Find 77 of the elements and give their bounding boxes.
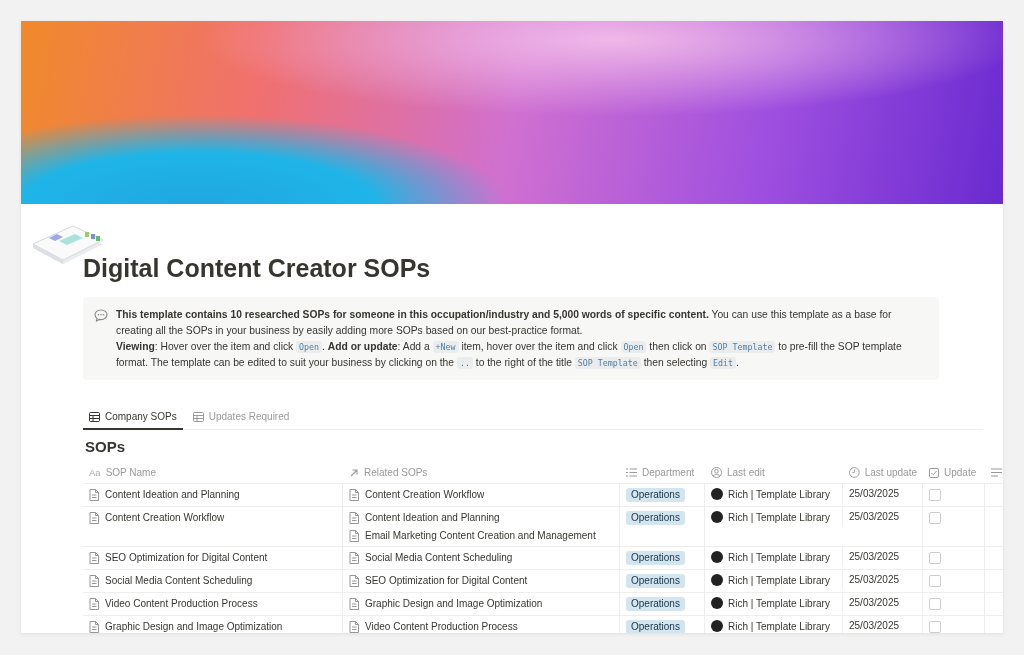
column-header: Update (944, 467, 977, 478)
related-sop-link[interactable]: Content Ideation and Planning (365, 511, 500, 524)
title-property-icon: Aa (89, 467, 101, 478)
update-checkbox[interactable] (929, 575, 941, 587)
table-icon (89, 411, 100, 422)
related-sop-link[interactable]: SEO Optimization for Digital Content (365, 574, 528, 587)
column-header: SOP Name (105, 467, 156, 478)
department-tag: Operations (626, 511, 685, 525)
update-checkbox[interactable] (929, 598, 941, 610)
department-tag: Operations (626, 551, 685, 565)
view-tab[interactable]: Company SOPs (83, 406, 183, 430)
document-icon (349, 574, 359, 587)
sop-name[interactable]: Content Ideation and Planning (105, 488, 240, 501)
avatar (711, 574, 723, 586)
related-sop-link[interactable]: Video Content Production Process (365, 620, 518, 633)
callout-paragraph: This template contains 10 researched SOPs for someone in this occupation/industry and 5,000 words of specific content. You can use this template as a base for creating all the SOPs in your business by easily adding more SOPs based on our best-practice format. (116, 308, 893, 338)
document-icon (89, 511, 99, 524)
document-icon (89, 574, 99, 587)
date-text: 25/03/2025 (849, 597, 901, 608)
date-text: 25/03/2025 (849, 620, 901, 631)
column-header: Last update (864, 467, 917, 478)
update-checkbox[interactable] (929, 621, 941, 633)
sop-name[interactable]: Graphic Design and Image Optimization (105, 620, 283, 633)
department-tag: Operations (626, 620, 685, 633)
document-icon (89, 488, 99, 501)
avatar (711, 488, 723, 500)
related-sop-link[interactable]: Social Media Content Scheduling (365, 551, 513, 564)
document-icon (349, 551, 359, 564)
related-sop-link[interactable]: Graphic Design and Image Optimization (365, 597, 543, 610)
sop-name[interactable]: Content Creation Workflow (105, 511, 225, 524)
document-icon (349, 597, 359, 610)
editor-name: Rich | Template Library (728, 551, 830, 563)
page-title: Digital Content Creator SOPs (83, 254, 432, 283)
document-icon (89, 551, 99, 564)
date-text: 25/03/2025 (849, 488, 901, 499)
editor-name: Rich | Template Library (728, 574, 830, 586)
document-icon (349, 488, 359, 501)
clock-icon (849, 467, 860, 478)
sop-name[interactable]: Social Media Content Scheduling (105, 574, 253, 587)
person-icon (711, 467, 722, 478)
arrow-icon (349, 467, 359, 478)
department-tag: Operations (626, 574, 685, 588)
date-text: 25/03/2025 (849, 511, 901, 522)
speech-bubble-icon (94, 309, 108, 322)
avatar (711, 511, 723, 523)
callout-paragraph: Viewing: Hover over the item and click Open . Add or update: Add a +New item, hover over the item and click Open then click on SOP Template to pre-fill the SOP template format. The template can be edited to suit your business by clicking on the .. to the right of the title SOP Template then selecting Edit . (116, 340, 903, 371)
avatar (711, 551, 723, 563)
department-tag: Operations (626, 488, 685, 502)
sop-name[interactable]: SEO Optimization for Digital Content (105, 551, 268, 564)
department-tag: Operations (626, 597, 685, 611)
update-checkbox[interactable] (929, 552, 941, 564)
editor-name: Rich | Template Library (728, 597, 830, 609)
checkbox-icon (929, 467, 939, 478)
editor-name: Rich | Template Library (728, 488, 830, 500)
document-icon (349, 529, 359, 542)
date-text: 25/03/2025 (849, 574, 901, 585)
column-header: Last edit (727, 467, 765, 478)
date-text: 25/03/2025 (849, 551, 901, 562)
sop-name[interactable]: Video Content Production Process (105, 597, 258, 610)
update-checkbox[interactable] (929, 512, 941, 524)
document-icon (349, 620, 359, 633)
database-title: SOPs (85, 438, 127, 455)
avatar (711, 597, 723, 609)
table-icon (192, 411, 204, 422)
column-header: Department (642, 467, 695, 478)
related-sop-link[interactable]: Content Creation Workflow (365, 488, 485, 501)
related-sop-link[interactable]: Email Marketing Content Creation and Management (365, 529, 596, 542)
document-icon (89, 620, 99, 633)
editor-name: Rich | Template Library (728, 620, 830, 632)
update-checkbox[interactable] (929, 489, 941, 501)
avatar (711, 620, 723, 632)
document-icon (349, 511, 359, 524)
text-lines-icon (991, 468, 1002, 477)
editor-name: Rich | Template Library (728, 511, 830, 523)
list-icon (626, 468, 637, 477)
document-icon (89, 597, 99, 610)
column-header: Related SOPs (364, 467, 428, 478)
